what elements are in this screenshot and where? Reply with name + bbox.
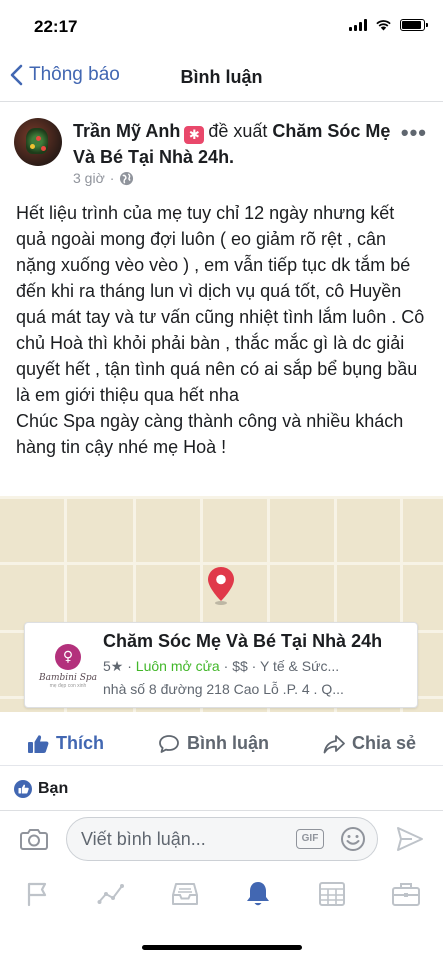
reactions-label: Bạn <box>38 780 69 797</box>
meta-dot: · <box>109 170 115 186</box>
action-text: đề xuất <box>208 121 268 141</box>
place-address: nhà số 8 đường 218 Cao Lỗ .P. 4 . Q... <box>103 681 344 697</box>
battery-icon <box>400 19 428 31</box>
map-pin-icon <box>208 567 234 605</box>
more-options-button[interactable]: ••• <box>401 120 427 146</box>
post-paragraph: Chúc Spa ngày càng thành công và nhiều k… <box>16 411 404 457</box>
place-price: $$ <box>232 658 248 674</box>
thumbs-up-icon <box>27 734 49 753</box>
comment-input[interactable] <box>66 817 378 861</box>
tab-tools[interactable] <box>386 874 426 914</box>
status-icons <box>349 19 428 31</box>
status-time: 22:17 <box>34 17 78 36</box>
separator: · <box>123 658 136 674</box>
chart-line-icon <box>97 884 124 904</box>
avatar[interactable] <box>14 118 62 166</box>
post-time[interactable]: 3 giờ <box>73 170 105 186</box>
author-name[interactable]: Trần Mỹ Anh <box>73 121 180 141</box>
place-logo-name: Bambini Spa <box>39 672 97 683</box>
post-header-text: Trần Mỹ Anh ✱ đề xuất Chăm Sóc Mẹ Và Bé Tạ… <box>73 118 393 170</box>
recommend-icon: ✱ <box>184 126 205 144</box>
camera-icon[interactable] <box>20 827 48 851</box>
gif-button[interactable]: GIF <box>296 829 324 849</box>
emoji-icon[interactable] <box>340 826 366 852</box>
signal-icon <box>349 19 367 31</box>
like-label: Thích <box>55 733 104 753</box>
place-logo: ♀ Bambini Spa mẹ đẹp con xinh <box>35 633 101 699</box>
briefcase-icon <box>392 883 421 906</box>
chevron-left-icon <box>10 64 23 86</box>
separator: · <box>247 658 260 674</box>
comment-icon <box>159 734 179 753</box>
globe-icon <box>120 171 134 185</box>
place-name[interactable]: Chăm Sóc Mẹ Và Bé Tại Nhà 24h <box>103 631 413 652</box>
bottom-tab-bar <box>0 866 443 922</box>
status-bar: 22:17 <box>0 0 443 52</box>
tab-insights[interactable] <box>91 874 131 914</box>
tab-feed[interactable] <box>17 874 57 914</box>
share-label: Chia sẻ <box>351 733 416 753</box>
home-indicator <box>142 945 302 950</box>
tab-inbox[interactable] <box>165 874 205 914</box>
place-info: 5★ · Luôn mở cửa · $$ · Y tế & Sức... <box>103 658 413 675</box>
post-actions: Thích Bình luận Chia sẻ <box>0 722 443 766</box>
open-status: Luôn mở cửa <box>135 658 220 674</box>
like-reaction-icon <box>14 780 32 798</box>
separator: · <box>219 658 233 674</box>
tab-notifications[interactable] <box>238 874 278 914</box>
post-meta: 3 giờ · <box>73 170 134 186</box>
comment-composer: GIF <box>0 810 443 866</box>
place-category: Y tế & Sức... <box>259 658 340 674</box>
post-header: Trần Mỹ Anh ✱ đề xuất Chăm Sóc Mẹ Và Bé Tạ… <box>0 112 443 194</box>
share-button[interactable]: Chia sẻ <box>323 733 416 754</box>
place-card[interactable]: ♀ Bambini Spa mẹ đẹp con xinh Chăm Sóc M… <box>24 622 418 708</box>
nav-bar: Thông báo Bình luận <box>0 52 443 102</box>
send-icon[interactable] <box>396 826 424 852</box>
share-icon <box>323 734 345 753</box>
flag-icon <box>27 882 47 907</box>
place-logo-mark: ♀ <box>55 643 81 670</box>
comment-button[interactable]: Bình luận <box>158 733 269 754</box>
back-button[interactable]: Thông báo <box>10 64 120 86</box>
place-logo-sub: mẹ đẹp con xinh <box>49 682 87 689</box>
post-body: Hết liệu trình của mẹ tuy chỉ 12 ngày nh… <box>16 200 428 460</box>
place-rating: 5★ <box>103 658 124 674</box>
wifi-icon <box>376 20 391 31</box>
reactions-summary[interactable]: Bạn <box>14 780 68 798</box>
post-paragraph: Hết liệu trình của mẹ tuy chỉ 12 ngày nh… <box>16 203 425 405</box>
inbox-icon <box>171 883 198 905</box>
like-button[interactable]: Thích <box>27 733 104 754</box>
calendar-icon <box>319 882 346 906</box>
back-label: Thông báo <box>29 64 120 85</box>
tab-calendar[interactable] <box>312 874 352 914</box>
bell-icon <box>247 882 270 906</box>
comment-label: Bình luận <box>186 733 269 753</box>
